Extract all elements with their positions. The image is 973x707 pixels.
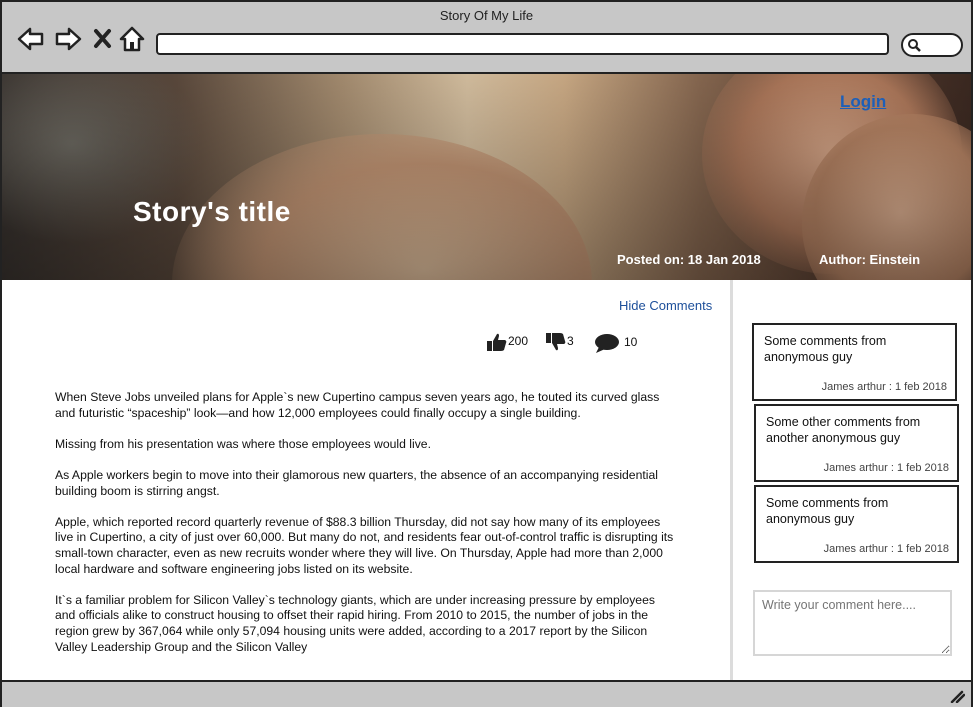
comment-meta: James arthur : 1 feb 2018 xyxy=(823,543,949,555)
thumbs-up-icon xyxy=(487,333,507,351)
hero-banner: Login Story's title Posted on: 18 Jan 20… xyxy=(2,74,971,280)
comment-meta: James arthur : 1 feb 2018 xyxy=(821,381,947,393)
comment-card: Some comments from anonymous guy James a… xyxy=(754,485,959,563)
home-icon[interactable] xyxy=(118,24,148,54)
article-paragraph: Missing from his presentation was where … xyxy=(55,436,431,451)
browser-window: Story Of My Life Login Story's title Pos… xyxy=(0,0,973,707)
like-button[interactable]: 200 xyxy=(486,332,528,352)
browser-search-input[interactable] xyxy=(901,33,963,57)
comment-text: Some comments from anonymous guy xyxy=(766,496,889,526)
resize-handle-icon[interactable] xyxy=(949,689,965,703)
login-link[interactable]: Login xyxy=(840,92,886,112)
story-article: When Steve Jobs unveiled plans for Apple… xyxy=(55,390,675,671)
search-icon xyxy=(908,39,921,52)
article-paragraph: Apple, which reported record quarterly r… xyxy=(55,514,674,576)
story-title: Story's title xyxy=(133,196,291,227)
article-paragraph: As Apple workers begin to move into thei… xyxy=(55,467,658,498)
author-name: Author: Einstein xyxy=(819,252,921,267)
article-paragraph: It`s a familiar problem for Silicon Vall… xyxy=(55,592,655,654)
comment-card: Some other comments from another anonymo… xyxy=(754,404,959,482)
browser-titlebar: Story Of My Life xyxy=(2,2,971,74)
close-icon[interactable] xyxy=(90,24,120,54)
story-content: Hide Comments 200 3 10 When Steve Jobs u… xyxy=(2,280,730,680)
forward-arrow-icon[interactable] xyxy=(53,24,83,54)
comment-input[interactable] xyxy=(753,590,952,656)
thumbs-down-icon xyxy=(546,333,566,351)
status-bar xyxy=(2,680,971,707)
speech-bubble-icon xyxy=(595,334,619,353)
like-count: 200 xyxy=(508,334,529,349)
hero-shade xyxy=(2,74,971,280)
comment-meta: James arthur : 1 feb 2018 xyxy=(823,462,949,474)
window-title: Story Of My Life xyxy=(439,8,534,23)
comment-text: Some comments from anonymous guy xyxy=(764,334,887,364)
comments-button[interactable]: 10 xyxy=(594,332,637,354)
url-input[interactable] xyxy=(156,33,889,55)
comment-card: Some comments from anonymous guy James a… xyxy=(752,323,957,401)
hide-comments-link[interactable]: Hide Comments xyxy=(619,298,712,313)
posted-date: Posted on: 18 Jan 2018 xyxy=(617,252,761,267)
dislike-count: 3 xyxy=(567,334,574,349)
comment-text: Some other comments from another anonymo… xyxy=(766,415,921,445)
dislike-button[interactable]: 3 xyxy=(545,332,574,352)
article-paragraph: When Steve Jobs unveiled plans for Apple… xyxy=(55,390,660,420)
back-arrow-icon[interactable] xyxy=(16,24,46,54)
comment-count: 10 xyxy=(624,335,638,350)
